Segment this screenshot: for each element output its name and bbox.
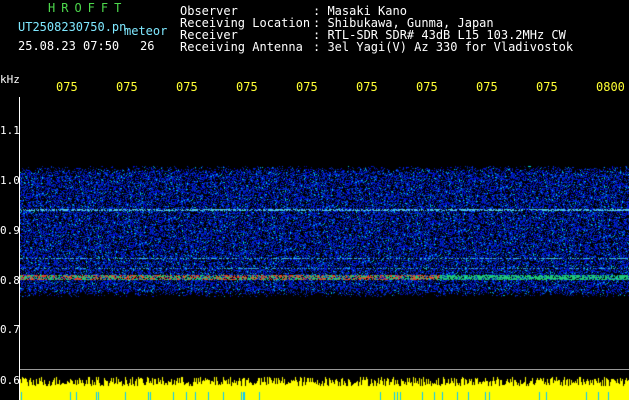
x-tick: 075 [356, 80, 378, 94]
mode-label: meteor [124, 24, 168, 38]
x-tick: 075 [416, 80, 438, 94]
count-label: 26 [140, 39, 155, 53]
x-tick: 075 [176, 80, 198, 94]
x-tick: 075 [296, 80, 318, 94]
y-tick: 0.9 [0, 224, 20, 237]
signal-level-strip [20, 370, 629, 400]
y-tick: 0.6 [0, 374, 20, 387]
x-tick: 0800 [596, 80, 625, 94]
y-tick: 1.1 [0, 124, 20, 137]
datetime-label: 25.08.23 07:50 [18, 39, 120, 53]
y-tick: 0.8 [0, 274, 20, 287]
x-tick: 075 [536, 80, 558, 94]
brand-title: HROFFT [48, 1, 128, 15]
axis-unit: kHz [0, 73, 20, 86]
antenna-label: Receiving Antenna [180, 40, 303, 54]
x-tick: 075 [476, 80, 498, 94]
x-tick: 075 [116, 80, 138, 94]
x-tick: 075 [236, 80, 258, 94]
y-tick: 0.7 [0, 323, 20, 336]
file-name: UT2508230750.pn [18, 20, 127, 34]
y-tick: 1.0 [0, 174, 20, 187]
x-tick: 075 [56, 80, 78, 94]
antenna-value: : 3el Yagi(V) Az 330 for Vladivostok [313, 40, 574, 54]
spectrogram [20, 97, 629, 369]
